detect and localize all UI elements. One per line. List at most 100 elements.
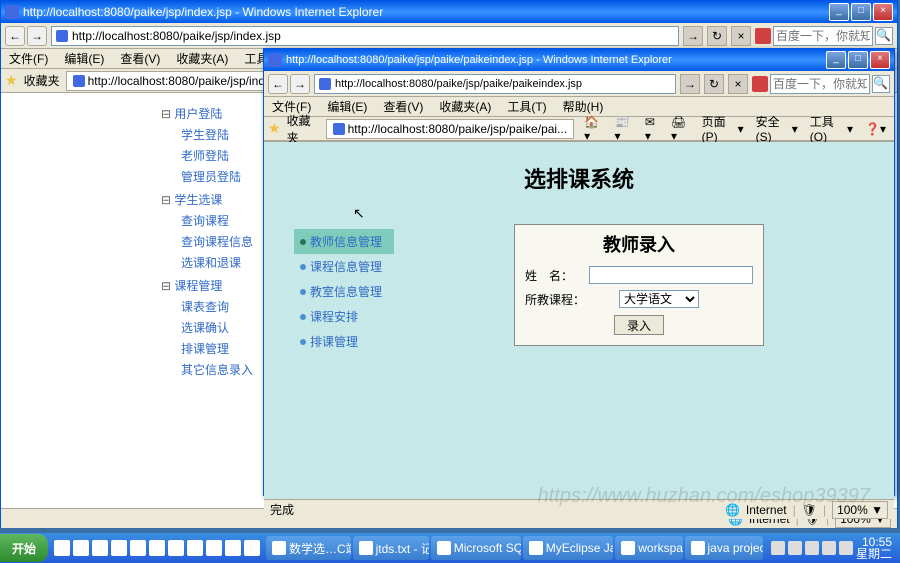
menu-favorites[interactable]: 收藏夹(A): [172, 49, 232, 68]
refresh-button[interactable]: ↻: [707, 26, 727, 46]
inner-forward-button[interactable]: →: [290, 74, 310, 94]
tree-header-manage[interactable]: 课程管理: [161, 275, 261, 296]
name-input[interactable]: [589, 266, 753, 284]
inner-close-button[interactable]: ×: [870, 51, 890, 69]
ql-icon[interactable]: [206, 540, 222, 556]
tree-item[interactable]: 老师登陆: [161, 145, 261, 166]
inner-content: 选排课系统 教师信息管理 课程信息管理 教室信息管理 课程安排 排课管理 教师录…: [264, 141, 894, 499]
tree-item[interactable]: 选课和退课: [161, 252, 261, 273]
tree-item[interactable]: 其它信息录入: [161, 359, 261, 380]
menu-course-arrange[interactable]: 课程安排: [294, 304, 394, 329]
outer-search-input[interactable]: [773, 26, 873, 46]
task-item[interactable]: 数学选…C端品: [266, 536, 351, 560]
inner-search-input[interactable]: [770, 74, 870, 94]
favorites-label[interactable]: 收藏夹: [24, 72, 60, 89]
menu-course-info[interactable]: 课程信息管理: [294, 254, 394, 279]
inner-tab[interactable]: http://localhost:8080/paike/jsp/paike/pa…: [326, 119, 574, 139]
tree-item[interactable]: 查询课程: [161, 210, 261, 231]
inner-refresh-button[interactable]: ↻: [704, 74, 724, 94]
home-button[interactable]: 🏠▾: [580, 114, 606, 144]
inner-maximize-button[interactable]: □: [848, 51, 868, 69]
outer-url-input[interactable]: http://localhost:8080/paike/jsp/index.js…: [51, 26, 679, 46]
forward-button[interactable]: →: [27, 26, 47, 46]
tree-item[interactable]: 选课确认: [161, 317, 261, 338]
ql-icon[interactable]: [149, 540, 165, 556]
back-button[interactable]: ←: [5, 26, 25, 46]
clock[interactable]: 10:55 星期二: [856, 536, 892, 560]
stop-button[interactable]: ×: [731, 26, 751, 46]
feed-button[interactable]: 📰▾: [610, 114, 636, 144]
tree-header-select[interactable]: 学生选课: [161, 189, 261, 210]
inner-url-input[interactable]: http://localhost:8080/paike/jsp/paike/pa…: [314, 74, 676, 94]
go-button[interactable]: →: [683, 26, 703, 46]
task-icon: [359, 541, 373, 555]
inner-back-button[interactable]: ←: [268, 74, 288, 94]
minimize-button[interactable]: _: [829, 3, 849, 21]
ql-icon[interactable]: [244, 540, 260, 556]
tray-icon[interactable]: [822, 541, 836, 555]
tree-item[interactable]: 课表查询: [161, 296, 261, 317]
menu-view[interactable]: 查看(V): [116, 49, 164, 68]
tree-item[interactable]: 学生登陆: [161, 124, 261, 145]
favorites-label[interactable]: 收藏夹: [287, 112, 320, 146]
tree-item[interactable]: 查询课程信息: [161, 231, 261, 252]
close-button[interactable]: ×: [873, 3, 893, 21]
inner-url-text: http://localhost:8080/paike/jsp/paike/pa…: [335, 78, 582, 90]
status-internet-icon: 🌐: [725, 503, 740, 517]
mail-button[interactable]: ✉▾: [641, 114, 663, 144]
tray-icon[interactable]: [788, 541, 802, 555]
menu-classroom-info[interactable]: 教室信息管理: [294, 279, 394, 304]
tree-item[interactable]: 管理员登陆: [161, 166, 261, 187]
tray-icon[interactable]: [771, 541, 785, 555]
task-items: 数学选…C端品 jtds.txt - 记… Microsoft SQL… MyE…: [266, 536, 763, 560]
inner-tab-label: http://localhost:8080/paike/jsp/paike/pa…: [348, 122, 567, 136]
ql-icon[interactable]: [187, 540, 203, 556]
inner-go-button[interactable]: →: [680, 74, 700, 94]
name-label: 姓 名：: [525, 267, 585, 284]
tb-safety[interactable]: 安全(S)▾: [752, 112, 802, 145]
task-item[interactable]: jtds.txt - 记…: [353, 536, 429, 560]
inner-search-button[interactable]: 🔍: [872, 75, 890, 93]
print-button[interactable]: 🖨▾: [667, 114, 694, 144]
tree-item[interactable]: 排课管理: [161, 338, 261, 359]
tb-page[interactable]: 页面(P)▾: [698, 112, 748, 145]
inner-menu: 教师信息管理 课程信息管理 教室信息管理 课程安排 排课管理: [284, 214, 404, 369]
task-item[interactable]: MyEclipse Jav…: [523, 536, 614, 560]
bullet-icon: [300, 339, 306, 345]
tray-icon[interactable]: [839, 541, 853, 555]
ql-icon[interactable]: [54, 540, 70, 556]
task-item[interactable]: Microsoft SQL…: [431, 536, 521, 560]
menu-schedule-manage[interactable]: 排课管理: [294, 329, 394, 354]
menu-tools[interactable]: 工具(T): [503, 97, 550, 116]
maximize-button[interactable]: □: [851, 3, 871, 21]
inner-stop-button[interactable]: ×: [728, 74, 748, 94]
menu-view[interactable]: 查看(V): [379, 97, 427, 116]
ql-icon[interactable]: [111, 540, 127, 556]
ql-icon[interactable]: [225, 540, 241, 556]
menu-file[interactable]: 文件(F): [5, 49, 52, 68]
page-icon: [319, 78, 331, 90]
menu-edit[interactable]: 编辑(E): [60, 49, 108, 68]
favorites-star-icon[interactable]: ★: [268, 120, 281, 137]
favorites-star-icon[interactable]: ★: [5, 72, 18, 89]
menu-teacher-info[interactable]: 教师信息管理: [294, 229, 394, 254]
ql-icon[interactable]: [130, 540, 146, 556]
inner-title: http://localhost:8080/paike/jsp/paike/pa…: [286, 54, 672, 66]
tb-tools[interactable]: 工具(O)▾: [806, 112, 857, 145]
ql-icon[interactable]: [168, 540, 184, 556]
tray-icon[interactable]: [805, 541, 819, 555]
help-button[interactable]: ❓▾: [861, 121, 890, 137]
submit-button[interactable]: 录入: [614, 315, 664, 335]
tree-header-login[interactable]: 用户登陆: [161, 103, 261, 124]
menu-edit[interactable]: 编辑(E): [323, 97, 371, 116]
task-item[interactable]: java project Y: [685, 536, 763, 560]
inner-minimize-button[interactable]: _: [826, 51, 846, 69]
ql-icon[interactable]: [73, 540, 89, 556]
zoom-level[interactable]: 100% ▼: [832, 501, 888, 519]
menu-favorites[interactable]: 收藏夹(A): [435, 97, 495, 116]
ql-icon[interactable]: [92, 540, 108, 556]
search-button[interactable]: 🔍: [875, 27, 893, 45]
start-button[interactable]: 开始: [0, 534, 48, 562]
course-select[interactable]: 大学语文: [619, 290, 699, 308]
task-item[interactable]: workspace: [615, 536, 682, 560]
